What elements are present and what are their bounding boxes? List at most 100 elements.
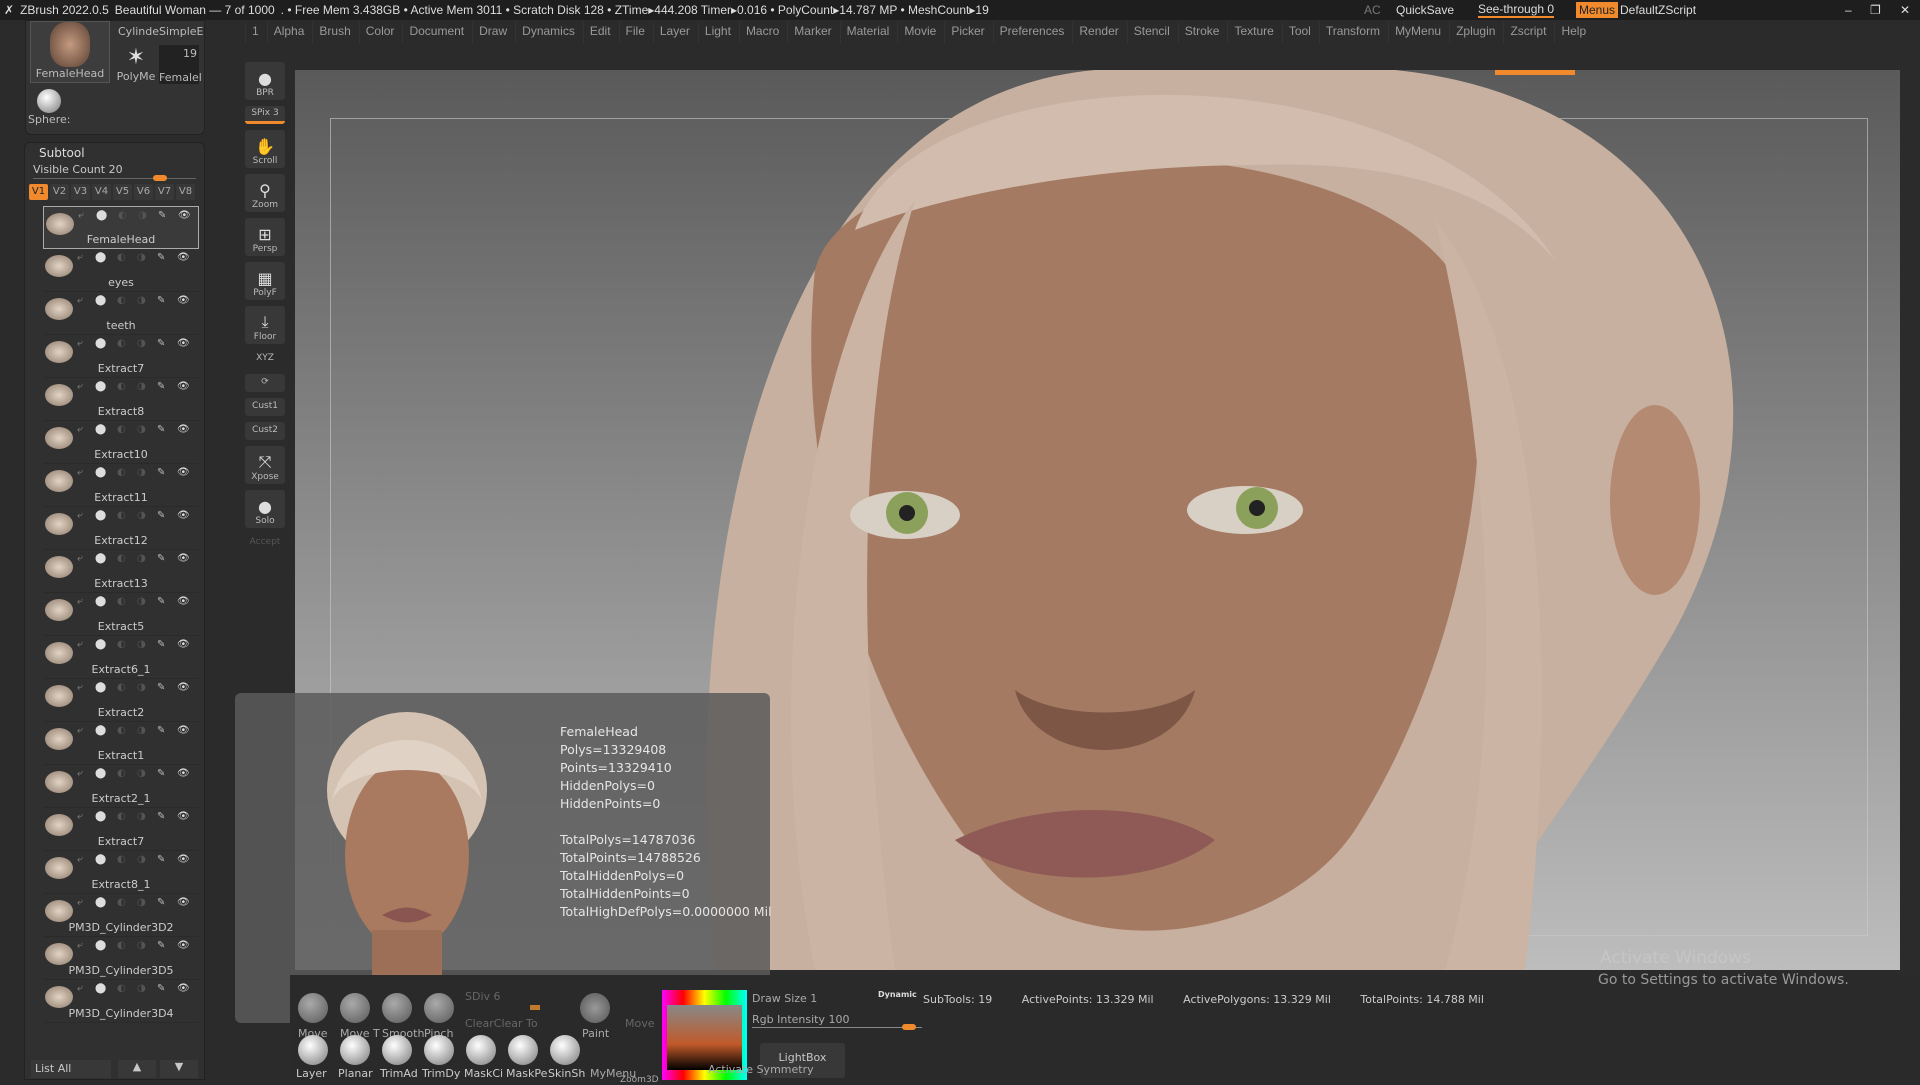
solo-button[interactable]: ● Solo [245,490,285,528]
mask-toggle-icon[interactable]: ◐ [117,682,126,693]
mask-toggle-icon[interactable]: ◐ [117,252,126,263]
polypaint-toggle-icon[interactable]: ⬤ [95,768,106,779]
mask-toggle-icon[interactable]: ◐ [117,467,126,478]
cust2-button[interactable]: Cust2 [245,422,285,440]
menu-help[interactable]: Help [1554,22,1592,43]
subtool-title[interactable]: Subtool [25,143,204,163]
sdiv-slider[interactable]: SDiv 6 [465,990,501,1003]
subtool-item[interactable]: ⤶ ⬤ ◐ ◑ ✎ 👁 Extract2_1 [43,765,199,808]
menu-brush[interactable]: Brush [312,22,356,43]
mymenu-label[interactable]: MyMenu [590,1067,636,1080]
polypaint-toggle-icon[interactable]: ⬤ [96,210,107,221]
merge-down-icon[interactable]: ⤶ [77,295,83,306]
mask-toggle-icon[interactable]: ◐ [117,897,126,908]
xpose-button[interactable]: ⤧ Xpose [245,446,285,484]
group-toggle-icon[interactable]: ◑ [137,252,146,263]
eye-visibility-icon[interactable]: 👁 [177,768,190,779]
eye-visibility-icon[interactable]: 👁 [177,252,190,263]
restore-icon[interactable]: ❐ [1870,3,1881,17]
merge-down-icon[interactable]: ⤶ [77,252,83,263]
move-down-button[interactable]: ▼ [160,1060,198,1078]
brush-icon[interactable]: ✎ [157,983,165,994]
menu-stroke[interactable]: Stroke [1177,22,1226,43]
eye-visibility-icon[interactable]: 👁 [177,940,190,951]
eye-visibility-icon[interactable]: 👁 [177,295,190,306]
eye-visibility-icon[interactable]: 👁 [177,467,190,478]
eye-visibility-icon[interactable]: 👁 [177,983,190,994]
group-toggle-icon[interactable]: ◑ [137,811,146,822]
merge-down-icon[interactable]: ⤶ [77,725,83,736]
subtool-item[interactable]: ⤶ ⬤ ◐ ◑ ✎ 👁 Extract7 [43,335,199,378]
mask-toggle-icon[interactable]: ◐ [117,639,126,650]
menu-layer[interactable]: Layer [652,22,696,43]
subtool-item[interactable]: ⤶ ⬤ ◐ ◑ ✎ 👁 Extract11 [43,464,199,507]
group-toggle-icon[interactable]: ◑ [137,424,146,435]
polypaint-toggle-icon[interactable]: ⬤ [95,725,106,736]
menu-1[interactable]: 1 [245,22,265,43]
zoom-button[interactable]: ⚲ Zoom [245,174,285,212]
subtool-item[interactable]: ⤶ ⬤ ◐ ◑ ✎ 👁 Extract8_1 [43,851,199,894]
brush-icon[interactable]: ✎ [157,553,165,564]
polypaint-toggle-icon[interactable]: ⬤ [95,811,106,822]
menu-mymenu[interactable]: MyMenu [1388,22,1447,43]
menu-render[interactable]: Render [1072,22,1124,43]
floor-button[interactable]: ⤓ Floor [245,306,285,344]
brush-skinsh-icon[interactable] [550,1035,580,1065]
eye-visibility-icon[interactable]: 👁 [177,510,190,521]
menu-edit[interactable]: Edit [582,22,617,43]
menu-zplugin[interactable]: Zplugin [1449,22,1501,43]
subtool-item[interactable]: ⤶ ⬤ ◐ ◑ ✎ 👁 Extract7 [43,808,199,851]
menu-light[interactable]: Light [697,22,737,43]
eye-visibility-icon[interactable]: 👁 [177,596,190,607]
mask-toggle-icon[interactable]: ◐ [117,510,126,521]
eye-visibility-icon[interactable]: 👁 [177,725,190,736]
menu-texture[interactable]: Texture [1227,22,1279,43]
mask-toggle-icon[interactable]: ◐ [117,768,126,779]
brush-icon[interactable]: ✎ [157,252,165,263]
tool-polymesh[interactable]: ✶ PolyMe [116,45,156,83]
brush-icon[interactable]: ✎ [157,940,165,951]
menu-marker[interactable]: Marker [787,22,837,43]
mask-toggle-icon[interactable]: ◐ [117,940,126,951]
brush-move-icon[interactable] [298,993,328,1023]
spix-slider[interactable]: SPix 3 [245,106,285,124]
move-brush-button[interactable]: Move [625,1017,655,1030]
group-toggle-icon[interactable]: ◑ [137,338,146,349]
merge-down-icon[interactable]: ⤶ [77,682,83,693]
brush-icon[interactable]: ✎ [157,596,165,607]
merge-down-icon[interactable]: ⤶ [77,897,83,908]
brush-icon[interactable]: ✎ [158,210,166,221]
brush-pinch-icon[interactable] [424,993,454,1023]
move-up-button[interactable]: ▲ [118,1060,156,1078]
list-all-button[interactable]: List All [31,1060,111,1078]
group-toggle-icon[interactable]: ◑ [137,639,146,650]
brush-icon[interactable]: ✎ [157,897,165,908]
minimize-icon[interactable]: – [1845,3,1852,17]
merge-down-icon[interactable]: ⤶ [77,811,83,822]
polypaint-toggle-icon[interactable]: ⬤ [95,467,106,478]
sdiv-handle[interactable] [530,1005,540,1010]
brush-label[interactable]: TrimAd [380,1067,418,1080]
polypaint-toggle-icon[interactable]: ⬤ [95,338,106,349]
paint-brush-icon[interactable] [580,993,610,1023]
brush-icon[interactable]: ✎ [157,295,165,306]
group-toggle-icon[interactable]: ◑ [137,553,146,564]
group-toggle-icon[interactable]: ◑ [137,467,146,478]
merge-down-icon[interactable]: ⤶ [78,210,84,221]
brush-label[interactable]: MaskPe [506,1067,547,1080]
brush-planar-icon[interactable] [340,1035,370,1065]
polyframe-button[interactable]: ▦ PolyF [245,262,285,300]
polypaint-toggle-icon[interactable]: ⬤ [95,897,106,908]
polypaint-toggle-icon[interactable]: ⬤ [95,854,106,865]
menu-material[interactable]: Material [839,22,896,43]
group-toggle-icon[interactable]: ◑ [137,295,146,306]
tab-v8[interactable]: V8 [176,184,195,200]
tab-v2[interactable]: V2 [50,184,69,200]
merge-down-icon[interactable]: ⤶ [77,768,83,779]
mask-toggle-icon[interactable]: ◐ [117,424,126,435]
merge-down-icon[interactable]: ⤶ [77,854,83,865]
mask-toggle-icon[interactable]: ◐ [117,811,126,822]
polypaint-toggle-icon[interactable]: ⬤ [95,682,106,693]
merge-down-icon[interactable]: ⤶ [77,510,83,521]
brush-label[interactable]: SkinSh [548,1067,585,1080]
